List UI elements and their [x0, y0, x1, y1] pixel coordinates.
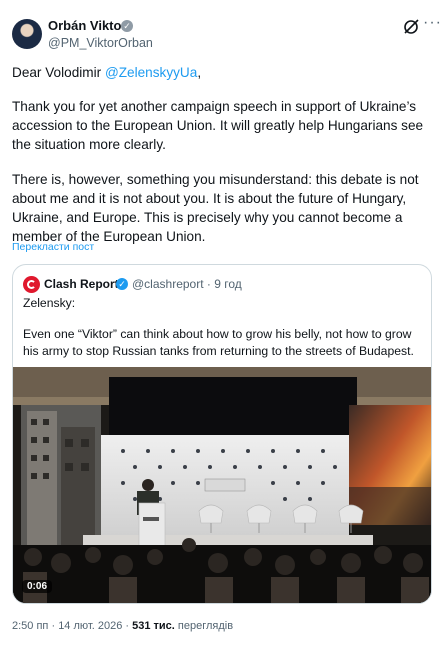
quoted-post-card[interactable]: Clash Report ✓ @clashreport · 9 год Zele…	[12, 264, 432, 604]
views-count: 531 тис.	[132, 620, 175, 632]
verified-badge-icon: ✓	[116, 278, 128, 290]
author-handle[interactable]: @PM_ViktorOrban	[48, 36, 153, 50]
verified-badge-icon: ✓	[121, 20, 133, 32]
quoted-author-meta: @clashreport · 9 год	[132, 277, 242, 291]
grok-icon[interactable]	[401, 17, 421, 37]
video-frame-image	[13, 367, 431, 603]
clash-report-logo-icon	[23, 276, 40, 293]
mention-link[interactable]: @ZelenskyyUa	[105, 65, 197, 80]
post-greeting: Dear Volodimir @ZelenskyyUa,	[12, 65, 202, 80]
quoted-text-speaker: Zelensky:	[23, 296, 76, 310]
post-paragraph: There is, however, something you misunde…	[12, 172, 419, 244]
views-label: переглядів	[177, 620, 234, 632]
post-date[interactable]: 14 лют. 2026	[58, 620, 122, 632]
post-time[interactable]: 2:50 пп	[12, 620, 48, 632]
post-metadata: 2:50 пп · 14 лют. 2026 · 531 тис. перегл…	[12, 620, 234, 632]
quoted-author-name[interactable]: Clash Report	[44, 277, 119, 291]
video-duration-badge: 0:06	[22, 580, 53, 593]
video-player[interactable]: 0:06	[13, 367, 431, 603]
post-paragraph: Thank you for yet another campaign speec…	[12, 99, 424, 152]
more-options-icon[interactable]: ···	[423, 14, 442, 32]
author-name[interactable]: Orbán Viktor	[48, 18, 127, 33]
author-avatar[interactable]	[12, 19, 42, 49]
translate-post-link[interactable]: Перекласти пост	[12, 241, 94, 253]
quoted-text-body: Even one “Viktor” can think about how to…	[23, 327, 414, 358]
